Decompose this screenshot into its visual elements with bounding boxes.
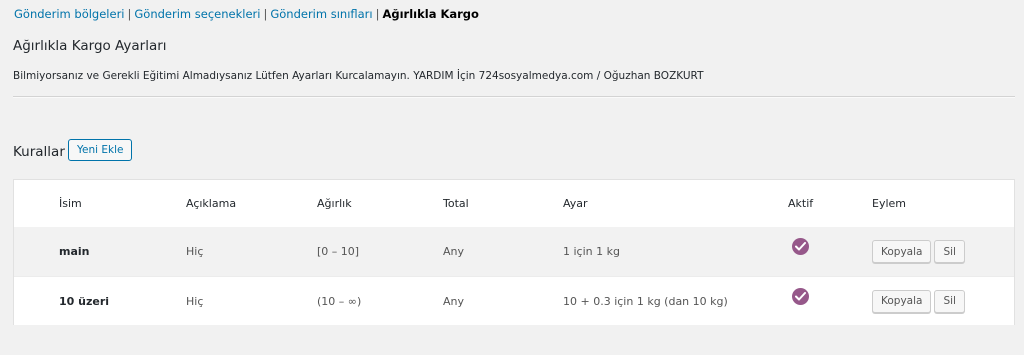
rule-setting: 1 için 1 kg [563,245,620,258]
copy-rule-button[interactable]: Kopyala [872,289,932,313]
rule-total: Any [443,245,465,258]
column-header-weight: Ağırlık [317,197,352,210]
rule-active-cell [788,272,809,320]
shipping-subnav: Gönderim bölgeleri | Gönderim seçenekleri |… [14,6,479,22]
rule-total: Any [443,294,465,308]
page-title: Ağırlıkla Kargo Ayarları [13,38,167,54]
check-circle-icon [792,238,809,255]
rule-weight: (10 – ∞) [317,294,362,308]
rule-name: 10 üzeri [59,294,110,308]
column-header-active: Aktif [788,197,814,210]
rule-active-cell [788,222,809,271]
check-circle-icon [792,287,809,305]
add-new-rule-button[interactable]: Yeni Ekle [68,139,133,161]
subnav-current-weight-shipping: Ağırlıkla Kargo [382,7,479,21]
subnav-link-shipping-zones[interactable]: Gönderim bölgeleri [14,7,125,21]
subnav-link-shipping-options[interactable]: Gönderim seçenekleri [134,7,260,21]
divider [13,96,1015,98]
delete-rule-button[interactable]: Sil [934,240,965,263]
delete-rule-button[interactable]: Sil [934,289,965,313]
rule-description: Hiç [186,245,204,258]
table-header-row: İsim Açıklama Ağırlık Total Ayar Aktif E… [14,180,1014,227]
rule-name: main [59,245,90,258]
warning-notice: Bilmiyorsanız ve Gerekli Eğitimi Almadıy… [13,70,704,82]
table-row: main Hiç [0 – 10] Any 1 için 1 kg Kopyal… [14,227,1014,276]
rule-actions: Kopyala Sil [872,277,968,325]
table-row: 10 üzeri Hiç (10 – ∞) Any 10 + 0.3 için … [14,276,1014,325]
column-header-action: Eylem [872,197,906,210]
rule-setting: 10 + 0.3 için 1 kg (dan 10 kg) [563,294,728,308]
rules-heading: Kurallar [13,144,65,160]
copy-rule-button[interactable]: Kopyala [872,240,932,263]
column-header-setting: Ayar [563,197,588,210]
rules-table: İsim Açıklama Ağırlık Total Ayar Aktif E… [13,179,1015,325]
column-header-total: Total [443,197,469,210]
column-header-description: Açıklama [186,197,237,210]
subnav-separator: | [375,7,380,21]
column-header-name: İsim [59,197,82,210]
rule-weight: [0 – 10] [317,245,360,258]
rule-description: Hiç [186,294,204,308]
subnav-separator: | [263,7,268,21]
rule-actions: Kopyala Sil [872,227,968,276]
subnav-link-shipping-classes[interactable]: Gönderim sınıfları [270,7,372,21]
subnav-separator: | [127,7,132,21]
